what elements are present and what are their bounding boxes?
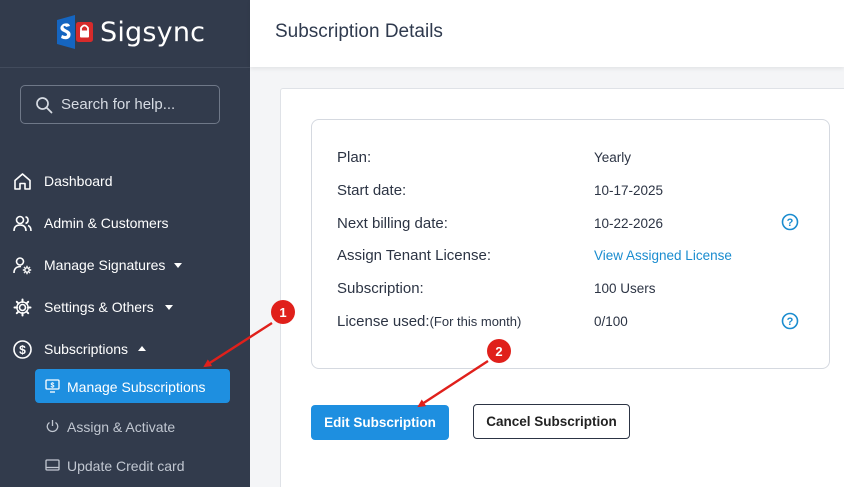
nav-item-dashboard[interactable]: Dashboard [0, 165, 250, 197]
plan-label: Plan: [337, 149, 372, 166]
svg-text:?: ? [787, 316, 794, 328]
svg-text:$: $ [51, 383, 55, 390]
next-billing-value: 10-22-2026 [594, 216, 664, 231]
home-icon [14, 173, 31, 190]
search-icon [36, 97, 53, 114]
nav-label-settings-others: Settings & Others [44, 299, 154, 315]
search-placeholder: Search for help... [61, 96, 176, 113]
nav-label-subscriptions: Subscriptions [44, 341, 129, 357]
sigsync-logo-icon [57, 15, 93, 49]
sub-label-manage-subscriptions: Manage Subscriptions [67, 379, 206, 395]
card-icon [45, 459, 60, 471]
next-billing-label: Next billing date: [337, 215, 448, 232]
search-input[interactable]: Search for help... [20, 85, 220, 124]
power-icon [46, 420, 59, 433]
chevron-down-icon [165, 305, 173, 310]
license-used-value: 0/100 [594, 314, 628, 329]
nav-item-admin-customers[interactable]: Admin & Customers [0, 207, 250, 239]
sub-item-manage-subscriptions[interactable]: $ Manage Subscriptions [35, 369, 230, 403]
sub-label-update-credit-card: Update Credit card [67, 458, 185, 474]
plan-value: Yearly [594, 150, 632, 165]
logo-area: Sigsync [0, 0, 250, 68]
dollar-icon: $ [13, 340, 32, 359]
nav-label-admin-customers: Admin & Customers [44, 215, 169, 231]
license-used-label: License used:(For this month) [337, 313, 521, 330]
sidebar: Sigsync Search for help... Dashboard Adm… [0, 0, 250, 487]
license-used-text: License used: [337, 313, 430, 330]
sub-item-update-credit-card[interactable]: Update Credit card [35, 448, 230, 482]
start-date-value: 10-17-2025 [594, 183, 664, 198]
page-header: Subscription Details [250, 0, 844, 67]
subscription-label: Subscription: [337, 280, 424, 297]
chevron-down-icon [174, 263, 182, 268]
cancel-subscription-button[interactable]: Cancel Subscription [473, 404, 630, 439]
user-gear-icon [13, 257, 32, 275]
sub-label-assign-activate: Assign & Activate [67, 419, 176, 435]
monitor-dollar-icon: $ [45, 379, 60, 393]
tenant-license-label: Assign Tenant License: [337, 247, 491, 264]
subscription-details-card [311, 119, 830, 369]
nav-label-dashboard: Dashboard [44, 173, 113, 189]
help-icon[interactable]: ? [781, 312, 799, 330]
brand-name: Sigsync [100, 17, 206, 48]
help-icon[interactable]: ? [781, 213, 799, 231]
page-title: Subscription Details [275, 21, 443, 42]
nav-item-subscriptions[interactable]: $ Subscriptions [0, 333, 250, 365]
subscription-value: 100 Users [594, 281, 656, 296]
svg-text:$: $ [19, 343, 26, 357]
svg-text:?: ? [787, 217, 794, 229]
users-icon [13, 215, 32, 232]
license-used-note: (For this month) [429, 314, 522, 329]
nav-item-settings-others[interactable]: Settings & Others [0, 291, 250, 323]
sub-item-assign-activate[interactable]: Assign & Activate [35, 409, 230, 443]
edit-subscription-button[interactable]: Edit Subscription [311, 405, 449, 440]
chevron-up-icon [138, 346, 146, 351]
nav-item-manage-signatures[interactable]: Manage Signatures [0, 249, 250, 281]
start-date-label: Start date: [337, 182, 407, 199]
nav-label-manage-signatures: Manage Signatures [44, 257, 166, 273]
view-assigned-license-link[interactable]: View Assigned License [594, 248, 732, 263]
gear-icon [13, 298, 32, 317]
